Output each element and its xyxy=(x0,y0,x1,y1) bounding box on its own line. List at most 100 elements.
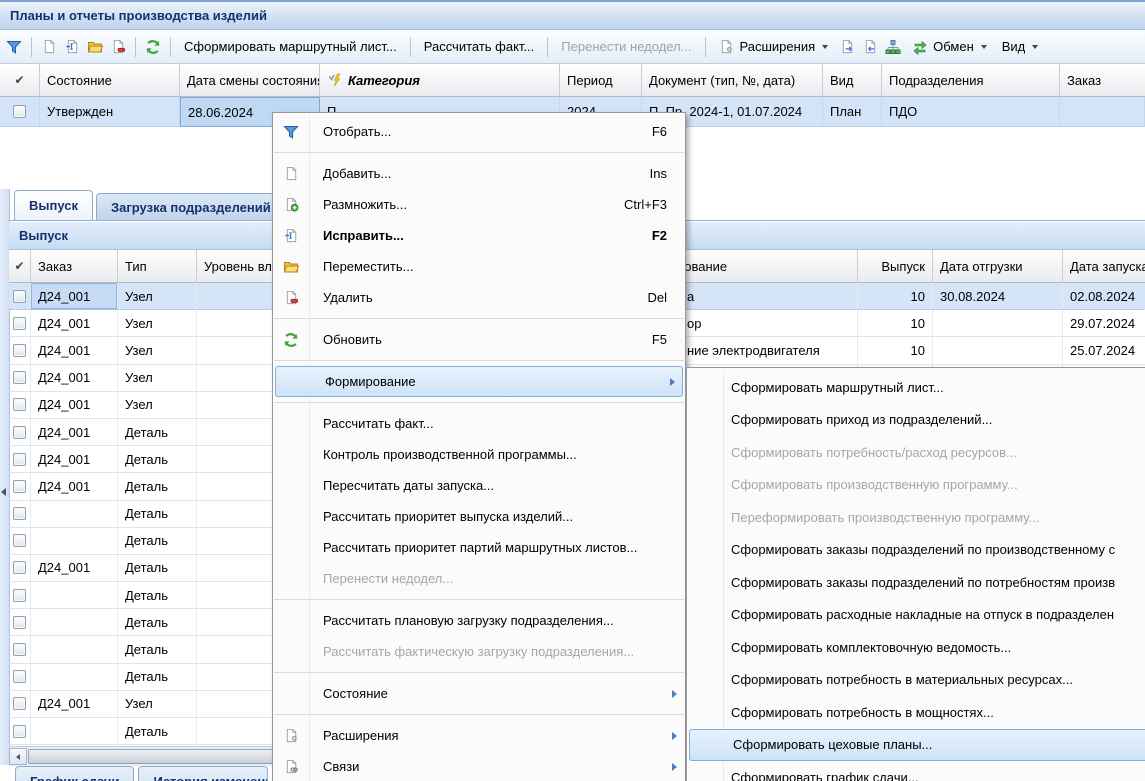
submenu-item-orders-by-demand[interactable]: Сформировать заказы подразделений по пот… xyxy=(687,566,1145,599)
row-checkbox[interactable] xyxy=(13,670,26,683)
submenu-item-resource-demand[interactable]: Сформировать потребность/расход ресурсов… xyxy=(687,436,1145,469)
refresh-icon[interactable] xyxy=(145,39,161,55)
submenu-item-capacity-demand[interactable]: Сформировать потребность в мощностях... xyxy=(687,696,1145,729)
submenu-item-incoming-from-departments[interactable]: Сформировать приход из подразделений... xyxy=(687,404,1145,437)
row-checkbox[interactable] xyxy=(13,616,26,629)
view-button[interactable]: Вид xyxy=(998,37,1043,56)
column-header-order[interactable]: Заказ xyxy=(31,250,118,283)
select-all-column-header[interactable]: ✔ xyxy=(0,64,40,97)
menu-item-add[interactable]: Добавить...Ins xyxy=(273,158,685,189)
add-icon[interactable] xyxy=(41,39,57,55)
edit-icon[interactable] xyxy=(64,39,80,55)
toolbar-separator xyxy=(410,37,411,57)
tab-load-departments[interactable]: Загрузка подразделений xyxy=(96,193,281,220)
import-document-icon[interactable] xyxy=(862,39,878,55)
row-checkbox[interactable] xyxy=(13,398,26,411)
row-checkbox[interactable] xyxy=(13,344,26,357)
menu-item-delete[interactable]: УдалитьDel xyxy=(273,282,685,313)
submenu-item-shop-plans[interactable]: Сформировать цеховые планы... xyxy=(689,729,1145,762)
menu-item-move[interactable]: Переместить... xyxy=(273,251,685,282)
column-header-ship-date[interactable]: Дата отгрузки xyxy=(933,250,1063,283)
tab-change-history[interactable]: История изменений xyxy=(138,766,268,781)
collapse-arrow-icon[interactable] xyxy=(1,488,6,496)
column-header-period[interactable]: Период xyxy=(560,64,642,97)
column-header-type[interactable]: Тип xyxy=(118,250,197,283)
menu-item-recalc-launch-dates[interactable]: Пересчитать даты запуска... xyxy=(273,470,685,501)
delete-icon[interactable] xyxy=(110,39,126,55)
menu-separator xyxy=(274,714,684,715)
submenu-item-picking-list[interactable]: Сформировать комплектовочную ведомость..… xyxy=(687,631,1145,664)
column-header-departments[interactable]: Подразделения xyxy=(882,64,1060,97)
submenu-item-issue-invoices[interactable]: Сформировать расходные накладные на отпу… xyxy=(687,599,1145,632)
filter-icon xyxy=(282,124,300,140)
sitemap-icon[interactable] xyxy=(885,39,901,55)
column-header-order[interactable]: Заказ xyxy=(1060,64,1145,97)
menu-item-move-unfinished[interactable]: Перенести недодел... xyxy=(273,563,685,594)
menu-item-generation[interactable]: Формирование xyxy=(275,366,683,397)
move-folder-icon xyxy=(282,259,300,275)
row-checkbox[interactable] xyxy=(13,105,26,118)
menu-item-calc-release-priority[interactable]: Рассчитать приоритет выпуска изделий... xyxy=(273,501,685,532)
column-header-output[interactable]: Выпуск xyxy=(858,250,933,283)
filter-icon[interactable] xyxy=(6,39,22,55)
submenu-item-route-list[interactable]: Сформировать маршрутный лист... xyxy=(687,371,1145,404)
submenu-item-material-demand[interactable]: Сформировать потребность в материальных … xyxy=(687,664,1145,697)
tab-delivery-schedule[interactable]: График сдачи xyxy=(15,766,134,781)
extensions-button[interactable]: Расширения xyxy=(715,37,833,57)
menu-item-program-control[interactable]: Контроль производственной программы... xyxy=(273,439,685,470)
cell-order xyxy=(1060,97,1145,127)
menu-item-edit[interactable]: Исправить...F2 xyxy=(273,220,685,251)
submenu-item-delivery-schedule[interactable]: Сформировать график сдачи... xyxy=(687,761,1145,781)
plans-table-header: ✔ Состояние Дата смены состояния Категор… xyxy=(0,64,1145,97)
menu-item-calc-fact[interactable]: Рассчитать факт... xyxy=(273,408,685,439)
move-folder-icon[interactable] xyxy=(87,39,103,55)
column-header-kind[interactable]: Вид xyxy=(823,64,882,97)
tab-release[interactable]: Выпуск xyxy=(14,190,93,220)
menu-item-calc-batch-priority[interactable]: Рассчитать приоритет партий маршрутных л… xyxy=(273,532,685,563)
select-all-column-header[interactable]: ✔ xyxy=(9,250,31,283)
column-header-state-date[interactable]: Дата смены состояния xyxy=(180,64,320,97)
cell-departments: ПДО xyxy=(882,97,1060,127)
context-menu: Отобрать...F6 Добавить...Ins Размножить.… xyxy=(272,112,686,781)
row-checkbox[interactable] xyxy=(13,480,26,493)
submenu-item-reform-production-program[interactable]: Переформировать производственную програм… xyxy=(687,501,1145,534)
submenu-item-production-program[interactable]: Сформировать производственную программу.… xyxy=(687,469,1145,502)
menu-item-calc-planned-load[interactable]: Рассчитать плановую загрузку подразделен… xyxy=(273,605,685,636)
row-checkbox[interactable] xyxy=(13,534,26,547)
delete-icon xyxy=(282,290,300,305)
refresh-icon xyxy=(282,332,300,348)
row-checkbox[interactable] xyxy=(13,371,26,384)
move-unfinished-button[interactable]: Перенести недодел... xyxy=(557,37,695,56)
row-checkbox[interactable] xyxy=(13,643,26,656)
submenu-arrow-icon xyxy=(672,763,677,771)
menu-item-links[interactable]: Связи xyxy=(273,751,685,781)
row-checkbox[interactable] xyxy=(13,453,26,466)
menu-item-calc-actual-load[interactable]: Рассчитать фактическую загрузку подразде… xyxy=(273,636,685,667)
page-title: Планы и отчеты производства изделий xyxy=(10,8,267,23)
row-checkbox[interactable] xyxy=(13,725,26,738)
menu-item-filter[interactable]: Отобрать...F6 xyxy=(273,116,685,147)
column-header-category[interactable]: Категория xyxy=(320,64,560,97)
exchange-button[interactable]: Обмен xyxy=(908,37,991,57)
toolbar-separator xyxy=(170,37,171,57)
submenu-item-orders-by-production[interactable]: Сформировать заказы подразделений по про… xyxy=(687,534,1145,567)
row-checkbox[interactable] xyxy=(13,317,26,330)
menu-item-state[interactable]: Состояние xyxy=(273,678,685,709)
menu-item-extensions[interactable]: Расширения xyxy=(273,720,685,751)
menu-item-refresh[interactable]: ОбновитьF5 xyxy=(273,324,685,355)
export-document-icon[interactable] xyxy=(839,39,855,55)
row-checkbox[interactable] xyxy=(13,589,26,602)
menu-item-duplicate[interactable]: Размножить...Ctrl+F3 xyxy=(273,189,685,220)
scroll-left-button[interactable] xyxy=(9,748,27,765)
calc-fact-button[interactable]: Рассчитать факт... xyxy=(420,37,539,56)
main-toolbar: Сформировать маршрутный лист... Рассчита… xyxy=(0,30,1145,64)
row-checkbox[interactable] xyxy=(13,290,26,303)
row-checkbox[interactable] xyxy=(13,426,26,439)
column-header-document[interactable]: Документ (тип, №, дата) xyxy=(642,64,823,97)
row-checkbox[interactable] xyxy=(13,507,26,520)
column-header-launch-date[interactable]: Дата запуска xyxy=(1063,250,1145,283)
row-checkbox[interactable] xyxy=(13,561,26,574)
form-route-list-button[interactable]: Сформировать маршрутный лист... xyxy=(180,37,401,56)
row-checkbox[interactable] xyxy=(13,697,26,710)
column-header-state[interactable]: Состояние xyxy=(40,64,180,97)
